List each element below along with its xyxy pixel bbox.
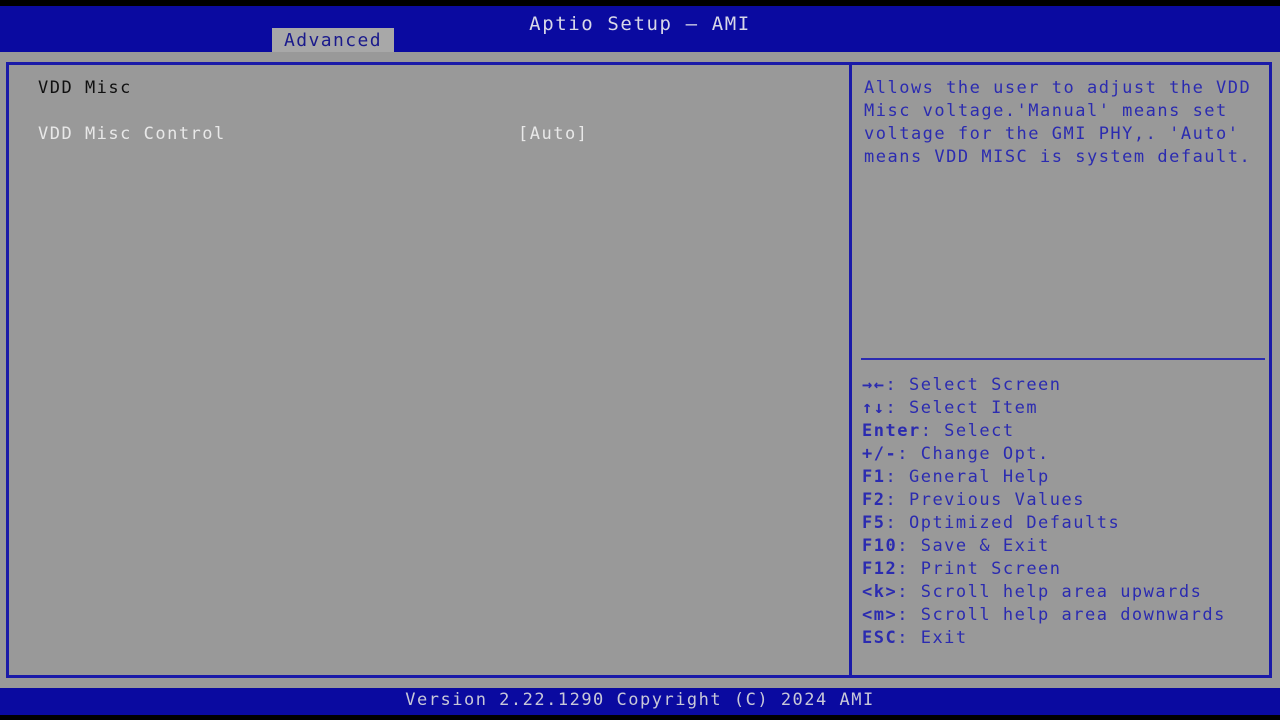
legend-row: F2: Previous Values: [862, 489, 1265, 512]
main-frame: VDD Misc VDD Misc Control [Auto] Allows …: [6, 62, 1272, 678]
legend-row: Enter: Select: [862, 420, 1265, 443]
legend-action-label: General Help: [908, 467, 1050, 487]
legend-row: F12: Print Screen: [862, 558, 1265, 581]
legend-row: <k>: Scroll help area upwards: [862, 581, 1265, 604]
legend-action-label: Scroll help area downwards: [920, 605, 1226, 625]
legend-separator: :: [885, 375, 909, 395]
legend-action-label: Optimized Defaults: [908, 513, 1121, 533]
setting-row-vdd-misc-control[interactable]: VDD Misc Control [Auto]: [38, 123, 839, 146]
legend-action-label: Scroll help area upwards: [920, 582, 1203, 602]
legend-separator: :: [885, 490, 909, 510]
footer-gap: [0, 678, 1280, 688]
legend-row: F5: Optimized Defaults: [862, 512, 1265, 535]
legend-action-label: Change Opt.: [920, 444, 1050, 464]
legend-row: F1: General Help: [862, 466, 1265, 489]
legend-separator: :: [885, 513, 909, 533]
legend-separator: :: [897, 582, 921, 602]
tab-strip: Advanced: [0, 28, 1280, 52]
legend-row: ↑↓: Select Item: [862, 397, 1265, 420]
key-legend: →←: Select Screen ↑↓: Select Item Enter: S…: [862, 374, 1265, 650]
enter-key-icon: Enter: [862, 421, 921, 441]
plus-minus-key-icon: +/-: [862, 444, 898, 464]
settings-list: VDD Misc VDD Misc Control [Auto]: [38, 77, 839, 146]
f12-key-icon: F12: [862, 559, 898, 579]
legend-action-label: Save & Exit: [920, 536, 1050, 556]
legend-separator: :: [897, 628, 921, 648]
section-header-vdd-misc: VDD Misc: [38, 78, 132, 98]
help-description: Allows the user to adjust the VDD Misc v…: [864, 78, 1264, 167]
bottom-black-border: [0, 715, 1280, 720]
bios-setup-screen: Aptio Setup – AMI Advanced VDD Misc VDD …: [0, 0, 1280, 720]
legend-separator: :: [897, 536, 921, 556]
help-divider: [861, 358, 1265, 360]
legend-row: F10: Save & Exit: [862, 535, 1265, 558]
tab-advanced[interactable]: Advanced: [272, 28, 394, 52]
m-key-icon: <m>: [862, 605, 898, 625]
legend-action-label: Exit: [920, 628, 968, 648]
legend-separator: :: [885, 467, 909, 487]
legend-row: ESC: Exit: [862, 627, 1265, 650]
legend-separator: :: [897, 444, 921, 464]
setting-value[interactable]: [Auto]: [518, 123, 588, 146]
legend-action-label: Print Screen: [920, 559, 1062, 579]
f10-key-icon: F10: [862, 536, 898, 556]
legend-row: →←: Select Screen: [862, 374, 1265, 397]
legend-row: <m>: Scroll help area downwards: [862, 604, 1265, 627]
f5-key-icon: F5: [862, 513, 886, 533]
legend-separator: :: [897, 559, 921, 579]
help-pane: Allows the user to adjust the VDD Misc v…: [852, 65, 1269, 675]
legend-action-label: Select Screen: [908, 375, 1062, 395]
legend-separator: :: [885, 398, 909, 418]
k-key-icon: <k>: [862, 582, 898, 602]
f1-key-icon: F1: [862, 467, 886, 487]
panes-container: VDD Misc VDD Misc Control [Auto] Allows …: [9, 65, 1269, 675]
setting-label: VDD Misc Control: [38, 124, 226, 144]
legend-action-label: Select: [944, 421, 1015, 441]
legend-separator: :: [920, 421, 945, 441]
legend-row: +/-: Change Opt.: [862, 443, 1265, 466]
arrow-up-down-icon: ↑↓: [862, 398, 886, 418]
arrow-right-left-icon: →←: [862, 375, 886, 395]
legend-action-label: Previous Values: [908, 490, 1085, 510]
version-copyright-text: Version 2.22.1290 Copyright (C) 2024 AMI: [405, 690, 875, 710]
esc-key-icon: ESC: [862, 628, 898, 648]
legend-action-label: Select Item: [908, 398, 1039, 418]
legend-separator: :: [897, 605, 921, 625]
settings-pane: VDD Misc VDD Misc Control [Auto]: [9, 65, 852, 675]
f2-key-icon: F2: [862, 490, 886, 510]
footer-bar: Version 2.22.1290 Copyright (C) 2024 AMI: [0, 688, 1280, 715]
